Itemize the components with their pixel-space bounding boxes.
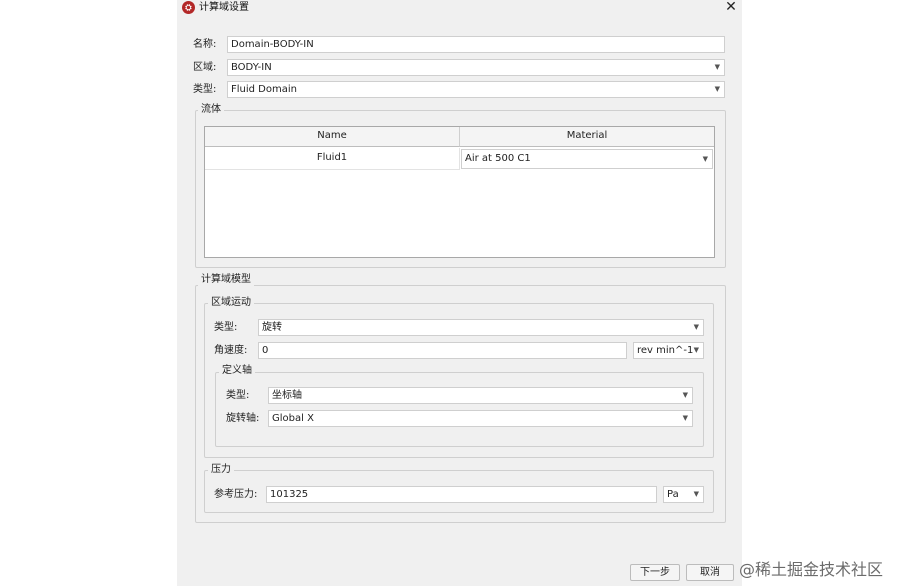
chevron-down-icon: ▼: [693, 490, 699, 498]
name-label: 名称:: [193, 39, 217, 50]
angular-velocity-input[interactable]: 0: [258, 342, 627, 359]
name-input[interactable]: Domain-BODY-IN: [227, 36, 725, 53]
material-select[interactable]: Air at 500 C1 ▼: [461, 149, 713, 169]
app-icon: ⛭: [182, 1, 195, 14]
rotation-axis-value: Global X: [272, 413, 314, 424]
angular-velocity-label: 角速度:: [214, 345, 248, 356]
angular-unit-select[interactable]: rev min^-1 ▼: [633, 342, 704, 359]
table-cell-fluid-name[interactable]: Fluid1: [205, 148, 460, 170]
fluid-table: Name Material Fluid1 Air at 500 C1 ▼: [204, 126, 715, 258]
motion-type-select[interactable]: 旋转 ▼: [258, 319, 704, 336]
region-select[interactable]: BODY-IN ▼: [227, 59, 725, 76]
chevron-down-icon: ▼: [682, 391, 688, 399]
fluid-legend: 流体: [198, 104, 224, 116]
rotation-axis-label: 旋转轴:: [226, 413, 260, 424]
reference-pressure-input[interactable]: 101325: [266, 486, 657, 503]
close-icon: ✕: [725, 0, 737, 15]
domain-type-select[interactable]: Fluid Domain ▼: [227, 81, 725, 98]
chevron-down-icon: ▼: [693, 323, 699, 331]
axis-type-label: 类型:: [226, 390, 250, 401]
next-button[interactable]: 下一步: [630, 564, 680, 581]
chevron-down-icon: ▼: [714, 63, 720, 71]
material-select-value: Air at 500 C1: [465, 153, 531, 164]
chevron-down-icon: ▼: [702, 155, 708, 163]
motion-type-value: 旋转: [262, 322, 282, 333]
region-motion-legend: 区域运动: [208, 297, 254, 309]
cancel-button[interactable]: 取消: [686, 564, 734, 581]
chevron-down-icon: ▼: [714, 85, 720, 93]
title-bar: [177, 0, 742, 17]
domain-type-value: Fluid Domain: [231, 84, 297, 95]
axis-legend: 定义轴: [219, 365, 255, 377]
type-label: 类型:: [193, 84, 217, 95]
domain-model-legend: 计算域模型: [198, 274, 254, 286]
chevron-down-icon: ▼: [693, 346, 699, 354]
axis-type-select[interactable]: 坐标轴 ▼: [268, 387, 693, 404]
pressure-unit-select[interactable]: Pa ▼: [663, 486, 704, 503]
rotation-axis-select[interactable]: Global X ▼: [268, 410, 693, 427]
window-title: 计算域设置: [199, 2, 249, 13]
reference-pressure-label: 参考压力:: [214, 489, 258, 500]
pressure-unit-value: Pa: [667, 489, 679, 500]
motion-type-label: 类型:: [214, 322, 238, 333]
column-header-material[interactable]: Material: [460, 127, 714, 147]
axis-type-value: 坐标轴: [272, 390, 302, 401]
column-header-name[interactable]: Name: [205, 127, 460, 147]
close-button[interactable]: ✕: [722, 0, 740, 16]
region-select-value: BODY-IN: [231, 62, 272, 73]
watermark: @稀土掘金技术社区: [739, 560, 884, 579]
angular-unit-value: rev min^-1: [637, 345, 694, 356]
chevron-down-icon: ▼: [682, 414, 688, 422]
pressure-legend: 压力: [208, 464, 234, 476]
region-label: 区域:: [193, 62, 217, 73]
